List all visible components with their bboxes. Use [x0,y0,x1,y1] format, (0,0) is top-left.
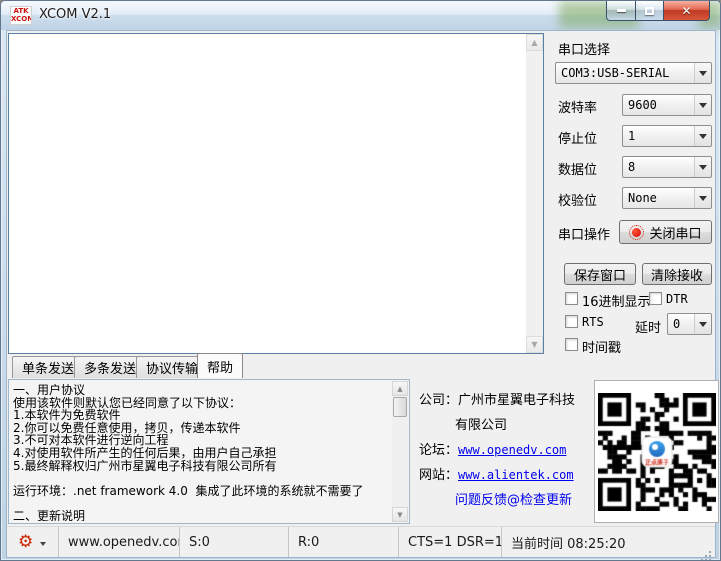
qr-code-box [594,380,719,523]
company-name-line2: 有限公司 [455,418,507,433]
site-label: 网站： [419,468,458,483]
save-window-button[interactable]: 保存窗口 [564,263,636,285]
delay-label: 延时 [635,317,661,336]
stopbits-combobox[interactable]: 1 [622,125,712,147]
tab-bar: 单条发送 多条发送 协议传输 帮助 [8,353,714,378]
maximize-icon [645,7,654,15]
app-window: ATK XCOM XCOM V2.1 ✕ ▲ ▼ 串口选择 COM3:USB-S… [0,0,721,561]
help-scrollbar[interactable]: ▲ ▼ [392,381,408,522]
tab-label: 帮助 [207,357,233,376]
scroll-up-icon[interactable]: ▲ [526,34,543,51]
clear-receive-button[interactable]: 清除接收 [642,263,712,285]
client-area: ▲ ▼ 串口选择 COM3:USB-SERIAL 波特率 9600 停止位 1 … [6,30,716,558]
tab-label: 单条发送 [22,358,74,377]
chevron-down-icon[interactable] [694,314,711,334]
baud-value: 9600 [623,95,694,115]
port-operation-label: 串口操作 [558,224,610,243]
parity-combobox[interactable]: None [622,187,712,209]
dtr-label: DTR [666,292,688,306]
status-received-count: R:0 [289,527,399,557]
chevron-down-icon [40,542,46,549]
resize-grip[interactable] [709,551,711,553]
parity-value: None [623,188,694,208]
dtr-checkbox[interactable] [649,292,662,305]
scrollbar-thumb[interactable] [393,397,407,417]
minimize-button[interactable] [606,1,636,21]
stopbits-label: 停止位 [558,128,597,147]
site-link[interactable]: www.alientek.com [458,468,574,482]
port-open-indicator-icon [629,225,644,240]
hex-display-checkbox[interactable] [565,292,578,305]
baud-label: 波特率 [558,97,597,116]
baud-combobox[interactable]: 9600 [622,94,712,116]
tab-help[interactable]: 帮助 [197,353,243,378]
current-time-text: 当前时间 08:25:20 [511,533,626,552]
gear-icon: ⚙ [18,534,33,551]
save-window-label: 保存窗口 [574,265,626,284]
help-text: 一、用户协议 使用该软件则默认您已经同意了以下协议： 1.本软件为免费软件 2.… [13,384,389,521]
tab-label: 多条发送 [84,358,136,377]
minimize-icon [617,9,626,12]
scroll-down-icon[interactable]: ▼ [392,507,408,522]
received-count-text: R:0 [298,535,319,550]
close-icon: ✕ [681,5,691,17]
tab-label: 协议传输 [146,358,198,377]
databits-label: 数据位 [558,159,597,178]
signals-text: CTS=1 DSR=1 DCD=1 [408,535,502,550]
databits-combobox[interactable]: 8 [622,156,712,178]
status-bar: ⚙ www.openedv.com S:0 R:0 CTS=1 DSR=1 DC… [7,526,715,557]
app-icon-bottom: XCOM [11,15,32,23]
help-content-box: 一、用户协议 使用该软件则默认您已经同意了以下协议： 1.本软件为免费软件 2.… [8,379,410,524]
parity-label: 校验位 [558,190,597,209]
forum-label: 论坛： [419,443,458,458]
hex-display-label: 16进制显示 [582,291,651,310]
settings-menu-button[interactable]: ⚙ [7,527,59,557]
port-select-value: COM3:USB-SERIAL [556,63,694,83]
receive-textarea[interactable]: ▲ ▼ [8,33,544,354]
app-icon: ATK XCOM [10,6,32,25]
status-website-text: www.openedv.com [68,535,180,550]
close-button[interactable]: ✕ [663,1,710,21]
feedback-update-link[interactable]: 问题反馈@检查更新 [455,493,572,508]
status-website[interactable]: www.openedv.com [59,527,180,557]
sent-count-text: S:0 [189,535,210,550]
status-sent-count: S:0 [180,527,289,557]
stopbits-value: 1 [623,126,694,146]
scroll-up-icon[interactable]: ▲ [392,381,408,396]
close-port-button[interactable]: 关闭串口 [619,220,712,244]
app-icon-top: ATK [13,7,28,15]
window-title: XCOM V2.1 [39,7,111,22]
forum-link[interactable]: www.openedv.com [458,443,566,457]
chevron-down-icon[interactable] [694,95,711,115]
company-name-line1: 广州市星翼电子科技 [458,393,575,408]
chevron-down-icon[interactable] [694,188,711,208]
rts-label: RTS [582,315,604,329]
maximize-button[interactable] [635,1,664,21]
databits-value: 8 [623,157,694,177]
delay-combobox[interactable]: 0 [667,313,712,335]
window-controls: ✕ [607,1,710,21]
title-bar[interactable]: ATK XCOM XCOM V2.1 ✕ [1,1,720,30]
port-select-combobox[interactable]: COM3:USB-SERIAL [555,62,712,84]
port-select-label: 串口选择 [558,39,610,58]
company-label: 公司： [419,393,458,408]
status-current-time: 当前时间 08:25:20 [502,527,715,557]
delay-value: 0 [668,314,694,334]
rts-checkbox[interactable] [565,315,578,328]
status-signals: CTS=1 DSR=1 DCD=1 [399,527,502,557]
close-port-label: 关闭串口 [649,223,701,242]
chevron-down-icon[interactable] [694,63,711,83]
clear-receive-label: 清除接收 [651,265,703,284]
receive-scrollbar[interactable]: ▲ ▼ [526,34,543,353]
scroll-down-icon[interactable]: ▼ [526,336,543,353]
chevron-down-icon[interactable] [694,126,711,146]
timestamp-checkbox[interactable] [565,338,578,351]
chevron-down-icon[interactable] [694,157,711,177]
qr-code [598,393,716,511]
